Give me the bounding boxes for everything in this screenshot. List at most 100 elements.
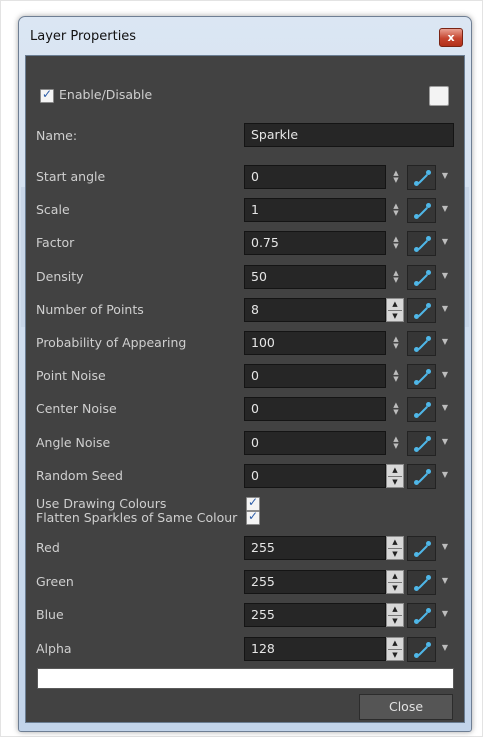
increment-icon[interactable]: ▲	[387, 537, 403, 548]
spinner-buttons[interactable]: ▲ ▼	[386, 297, 404, 322]
param-field[interactable]: 100	[244, 331, 386, 355]
color-label: Blue	[36, 607, 64, 622]
chevron-down-icon[interactable]: ▼	[440, 542, 450, 551]
color-field[interactable]: 255	[244, 536, 386, 560]
function-curve-icon[interactable]	[407, 463, 436, 489]
chevron-down-icon[interactable]: ▼	[440, 204, 450, 213]
param-label: Center Noise	[36, 401, 117, 417]
chevron-down-icon[interactable]: ▼	[440, 403, 450, 412]
dialog-content: ✓ Enable/Disable Name: Sparkle Start ang…	[25, 55, 465, 723]
spinner-buttons[interactable]: ▲ ▼	[386, 569, 404, 594]
color-label: Green	[36, 573, 74, 589]
enable-checkbox[interactable]: ✓	[40, 87, 54, 103]
chevron-down-icon[interactable]: ▼	[440, 370, 450, 379]
function-curve-icon[interactable]	[407, 536, 436, 561]
param-label: Angle Noise	[36, 434, 111, 450]
color-field[interactable]: 128	[244, 636, 386, 661]
param-field[interactable]: 0	[244, 364, 386, 389]
decrement-icon[interactable]: ▼	[387, 616, 403, 627]
color-label: Alpha	[36, 640, 72, 656]
param-label: Random Seed	[36, 467, 123, 483]
param-field[interactable]: 0	[244, 463, 386, 488]
chevron-down-icon[interactable]: ▼	[440, 237, 450, 246]
increment-icon[interactable]: ▲	[387, 638, 403, 649]
function-curve-icon[interactable]	[407, 297, 436, 323]
color-label: Red	[36, 540, 60, 555]
color-swatch	[37, 668, 454, 689]
param-field[interactable]: 1	[244, 198, 386, 223]
increment-icon[interactable]: ▲	[387, 465, 403, 476]
checkmark-icon: ✓	[248, 495, 259, 509]
decrement-icon[interactable]: ▼	[387, 583, 403, 594]
chevron-down-icon[interactable]: ▼	[440, 304, 450, 313]
color-field[interactable]: 255	[244, 603, 386, 627]
up-down-arrows-icon[interactable]: ▲ ▼	[392, 203, 400, 217]
option-label: Flatten Sparkles of Same Colour	[36, 510, 238, 525]
param-field[interactable]: 50	[244, 264, 386, 289]
up-down-arrows-icon[interactable]: ▲ ▼	[392, 269, 400, 284]
decrement-icon[interactable]: ▼	[387, 650, 403, 661]
spinner-buttons[interactable]: ▲ ▼	[386, 636, 404, 661]
increment-icon[interactable]: ▲	[387, 604, 403, 615]
param-label: Point Noise	[36, 368, 106, 384]
window-title: Layer Properties	[30, 29, 137, 44]
param-field[interactable]: 0.75	[244, 231, 386, 256]
name-label: Name:	[36, 128, 78, 143]
param-label: Scale	[36, 202, 70, 218]
enable-label: Enable/Disable	[59, 87, 153, 102]
param-field[interactable]: 0	[244, 165, 386, 189]
chevron-down-icon[interactable]: ▼	[440, 437, 450, 446]
function-curve-icon[interactable]	[407, 231, 436, 257]
up-down-arrows-icon[interactable]: ▲ ▼	[392, 170, 400, 184]
window-close-icon[interactable]: x	[439, 28, 463, 47]
chevron-down-icon[interactable]: ▼	[440, 337, 450, 346]
checkmark-icon: ✓	[42, 87, 53, 101]
up-down-arrows-icon[interactable]: ▲ ▼	[392, 435, 400, 450]
spinner-buttons[interactable]: ▲ ▼	[386, 463, 404, 488]
color-square-button[interactable]	[429, 86, 449, 106]
param-field[interactable]: 8	[244, 297, 386, 322]
function-curve-icon[interactable]	[407, 430, 436, 456]
chevron-down-icon[interactable]: ▼	[440, 271, 450, 280]
close-button[interactable]: Close	[359, 694, 453, 720]
option-checkbox[interactable]: ✓	[246, 509, 260, 525]
up-down-arrows-icon[interactable]: ▲ ▼	[392, 236, 400, 250]
function-curve-icon[interactable]	[407, 198, 436, 224]
increment-icon[interactable]: ▲	[387, 299, 403, 310]
param-label: Number of Points	[36, 301, 144, 317]
name-field[interactable]: Sparkle	[244, 123, 454, 147]
param-label: Density	[36, 268, 84, 284]
function-curve-icon[interactable]	[407, 603, 436, 628]
chevron-down-icon[interactable]: ▼	[440, 609, 450, 618]
checkmark-icon: ✓	[248, 509, 259, 523]
chevron-down-icon[interactable]: ▼	[440, 470, 450, 479]
decrement-icon[interactable]: ▼	[387, 311, 403, 322]
title-bar[interactable]: Layer Properties x	[19, 17, 471, 55]
spinner-buttons[interactable]: ▲ ▼	[386, 603, 404, 627]
increment-icon[interactable]: ▲	[387, 571, 403, 582]
function-curve-icon[interactable]	[407, 264, 436, 290]
chevron-down-icon[interactable]: ▼	[440, 576, 450, 585]
up-down-arrows-icon[interactable]: ▲ ▼	[392, 336, 400, 350]
up-down-arrows-icon[interactable]: ▲ ▼	[392, 369, 400, 383]
function-curve-icon[interactable]	[407, 165, 436, 190]
param-field[interactable]: 0	[244, 397, 386, 422]
right-resize-edge[interactable]	[465, 187, 469, 327]
param-field[interactable]: 0	[244, 430, 386, 455]
option-label: Use Drawing Colours	[36, 496, 167, 511]
function-curve-icon[interactable]	[407, 569, 436, 595]
param-label: Probability of Appearing	[36, 335, 187, 350]
chevron-down-icon[interactable]: ▼	[440, 643, 450, 652]
color-field[interactable]: 255	[244, 569, 386, 594]
chevron-down-icon[interactable]: ▼	[440, 171, 450, 180]
param-label: Factor	[36, 235, 75, 251]
decrement-icon[interactable]: ▼	[387, 549, 403, 560]
up-down-arrows-icon[interactable]: ▲ ▼	[392, 402, 400, 416]
param-label: Start angle	[36, 169, 106, 184]
function-curve-icon[interactable]	[407, 331, 436, 356]
function-curve-icon[interactable]	[407, 636, 436, 662]
spinner-buttons[interactable]: ▲ ▼	[386, 536, 404, 560]
decrement-icon[interactable]: ▼	[387, 477, 403, 488]
function-curve-icon[interactable]	[407, 397, 436, 423]
function-curve-icon[interactable]	[407, 364, 436, 390]
